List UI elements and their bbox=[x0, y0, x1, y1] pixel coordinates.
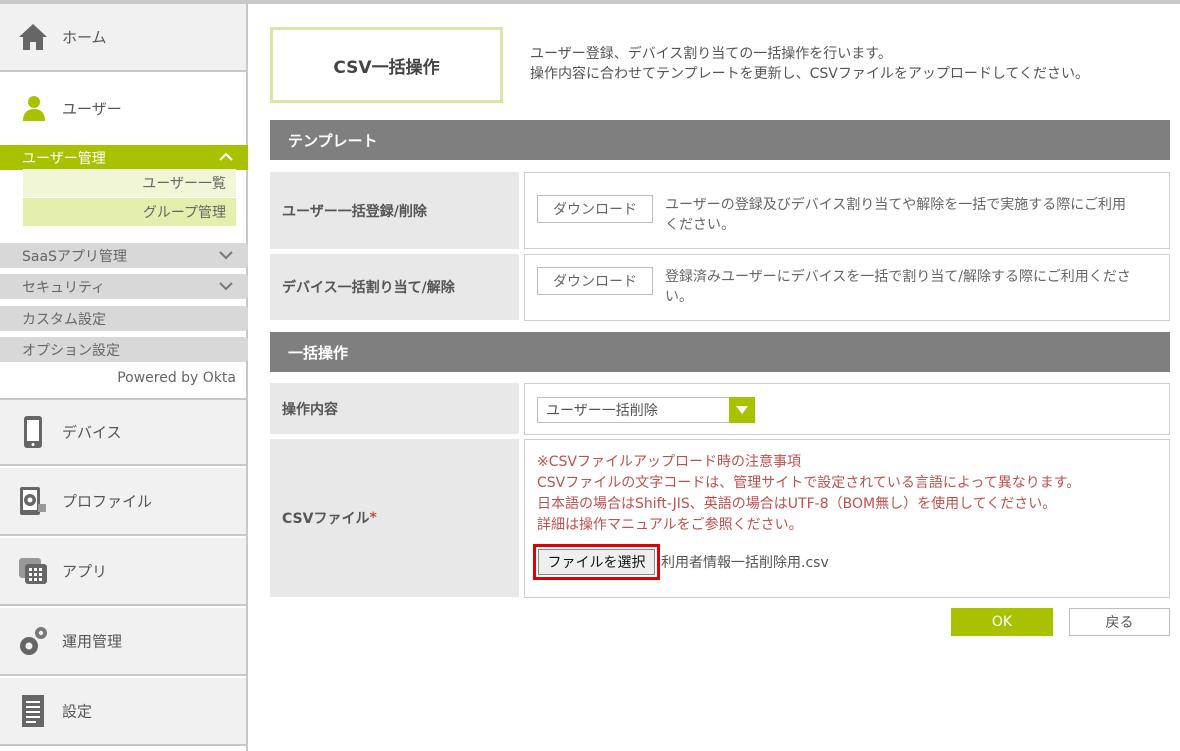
csv-file-label-text: CSVファイル bbox=[282, 511, 370, 527]
page-description: ユーザー登録、デバイス割り当ての一括操作を行います。 操作内容に合わせてテンプレ… bbox=[530, 44, 1089, 84]
device-bulk-description-line1: 登録済みユーザーにデバイスを一括で割り当て/解除する際にご利用くださ bbox=[665, 269, 1131, 285]
nav-app-label: アプリ bbox=[62, 562, 108, 581]
user-bulk-label: ユーザー一括登録/削除 bbox=[270, 172, 519, 249]
chevron-down-icon bbox=[218, 279, 234, 293]
nav-settings[interactable]: 設定 bbox=[0, 678, 246, 746]
chevron-up-icon bbox=[218, 149, 234, 165]
user-bulk-cell: ダウンロード ユーザーの登録及びデバイス割り当てや解除を一括で実施する際にご利用… bbox=[524, 172, 1170, 249]
gears-icon bbox=[16, 624, 50, 658]
csv-file-cell: ※CSVファイルアップロード時の注意事項 CSVファイルの文字コードは、管理サイ… bbox=[524, 439, 1170, 598]
sidebar-item-option-settings[interactable]: オプション設定 bbox=[0, 337, 248, 362]
user-bulk-description-line2: ください。 bbox=[665, 217, 735, 233]
operation-label: 操作内容 bbox=[270, 383, 519, 434]
nav-user-label: ユーザー bbox=[62, 100, 122, 118]
nav-home-label: ホーム bbox=[62, 28, 107, 47]
home-icon bbox=[16, 20, 50, 54]
nav-device[interactable]: デバイス bbox=[0, 398, 246, 466]
sidebar-item-group-management-label: グループ管理 bbox=[142, 205, 226, 221]
app-grid-icon bbox=[16, 554, 50, 588]
nav-app[interactable]: アプリ bbox=[0, 538, 246, 606]
nav-operations-label: 運用管理 bbox=[62, 632, 123, 651]
template-section-header: テンプレート bbox=[270, 120, 1170, 160]
sidebar-item-custom-settings-label: カスタム設定 bbox=[22, 311, 106, 328]
user-bulk-description: ユーザーの登録及びデバイス割り当てや解除を一括で実施する際にご利用 ください。 bbox=[665, 195, 1151, 235]
selected-file-name: 利用者情報一括削除用.csv bbox=[661, 555, 829, 571]
ok-button[interactable]: OK bbox=[951, 608, 1053, 636]
sidebar-item-user-list[interactable]: ユーザー一覧 bbox=[23, 169, 236, 197]
operation-select-value: ユーザー一括削除 bbox=[546, 403, 658, 419]
file-select-highlight: ファイルを選択 bbox=[533, 544, 660, 580]
sidebar-item-user-list-label: ユーザー一覧 bbox=[142, 176, 226, 192]
csv-notice-line: 日本語の場合はShift-JIS、英語の場合はUTF-8（BOM無し）を使用して… bbox=[537, 496, 1057, 512]
csv-notice-line: 詳細は操作マニュアルをご参照ください。 bbox=[537, 517, 803, 533]
device-bulk-cell: ダウンロード 登録済みユーザーにデバイスを一括で割り当て/解除する際にご利用くだ… bbox=[524, 254, 1170, 321]
sidebar-item-saas-apps-label: SaaSアプリ管理 bbox=[22, 248, 127, 265]
nav-settings-label: 設定 bbox=[62, 702, 93, 721]
page-description-line2: 操作内容に合わせてテンプレートを更新し、CSVファイルをアップロードしてください… bbox=[530, 66, 1089, 82]
dropdown-arrow-icon bbox=[729, 397, 755, 423]
bulk-section-header: 一括操作 bbox=[270, 332, 1170, 372]
device-bulk-label: デバイス一括割り当て/解除 bbox=[270, 254, 519, 320]
nav-user[interactable]: ユーザー bbox=[0, 74, 246, 142]
device-bulk-download-button[interactable]: ダウンロード bbox=[537, 267, 653, 295]
sidebar-item-security-label: セキュリティ bbox=[22, 279, 106, 296]
chevron-down-icon bbox=[218, 248, 234, 262]
operation-cell: ユーザー一括削除 bbox=[524, 383, 1170, 435]
nav-device-label: デバイス bbox=[62, 423, 122, 442]
sidebar-item-user-management[interactable]: ユーザー管理 bbox=[0, 145, 248, 170]
csv-notice-line: ※CSVファイルアップロード時の注意事項 bbox=[537, 454, 801, 470]
sidebar-item-saas-apps[interactable]: SaaSアプリ管理 bbox=[0, 243, 248, 268]
device-bulk-description-line2: い。 bbox=[665, 289, 693, 305]
operation-select[interactable]: ユーザー一括削除 bbox=[537, 397, 755, 423]
sidebar-item-group-management[interactable]: グループ管理 bbox=[23, 198, 236, 226]
document-icon bbox=[16, 694, 50, 728]
nav-operations[interactable]: 運用管理 bbox=[0, 608, 246, 676]
profile-gear-icon bbox=[16, 484, 50, 518]
user-bulk-download-button[interactable]: ダウンロード bbox=[537, 195, 653, 223]
user-icon bbox=[20, 94, 48, 122]
csv-file-label: CSVファイル * bbox=[270, 439, 519, 597]
sidebar: ホーム ユーザー ユーザー管理 ユーザー一覧 グループ管理 SaaSアプリ管理 … bbox=[0, 4, 248, 751]
nav-profile-label: プロファイル bbox=[62, 492, 153, 511]
file-select-button[interactable]: ファイルを選択 bbox=[538, 549, 655, 575]
back-button[interactable]: 戻る bbox=[1069, 608, 1170, 636]
powered-by-text: Powered by Okta bbox=[117, 370, 236, 386]
page-description-line1: ユーザー登録、デバイス割り当ての一括操作を行います。 bbox=[530, 46, 892, 62]
nav-home[interactable]: ホーム bbox=[0, 4, 246, 72]
user-bulk-description-line1: ユーザーの登録及びデバイス割り当てや解除を一括で実施する際にご利用 bbox=[665, 197, 1127, 213]
nav-profile[interactable]: プロファイル bbox=[0, 468, 246, 536]
sidebar-item-user-management-label: ユーザー管理 bbox=[22, 150, 106, 167]
phone-icon bbox=[16, 415, 50, 449]
device-bulk-description: 登録済みユーザーにデバイスを一括で割り当て/解除する際にご利用くださ い。 bbox=[665, 267, 1151, 307]
sidebar-item-option-settings-label: オプション設定 bbox=[22, 342, 120, 359]
sidebar-item-security[interactable]: セキュリティ bbox=[0, 274, 248, 299]
csv-notice: ※CSVファイルアップロード時の注意事項 CSVファイルの文字コードは、管理サイ… bbox=[537, 452, 1080, 536]
page-title: CSV一括操作 bbox=[270, 27, 503, 103]
sidebar-item-custom-settings[interactable]: カスタム設定 bbox=[0, 306, 248, 331]
required-mark: * bbox=[369, 510, 377, 526]
csv-notice-line: CSVファイルの文字コードは、管理サイトで設定されている言語によって異なります。 bbox=[537, 475, 1081, 491]
